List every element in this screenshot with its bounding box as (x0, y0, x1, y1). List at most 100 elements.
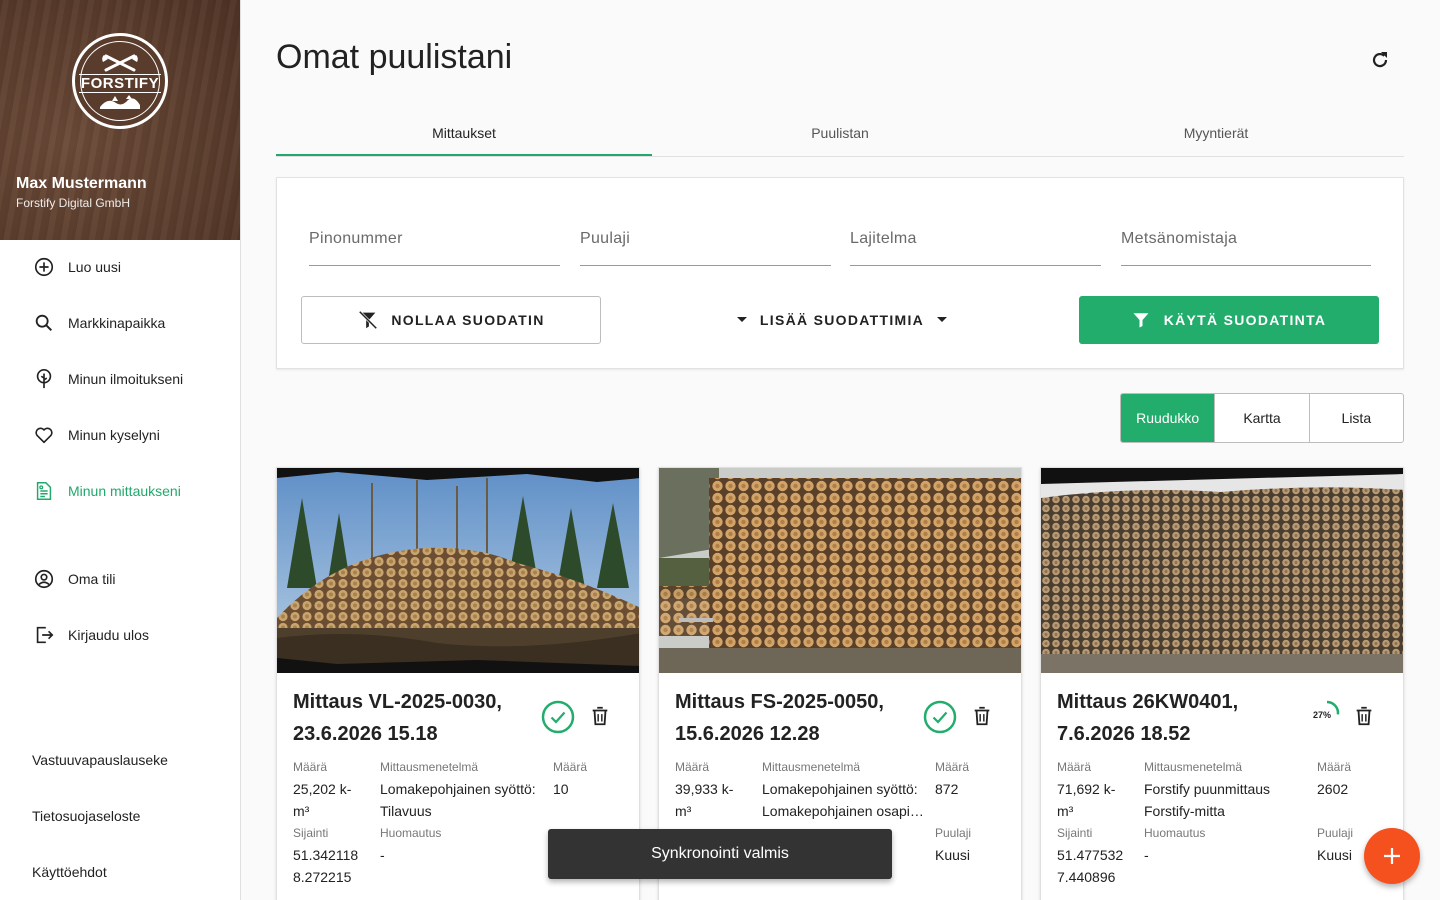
nav-item-label: Markkinapaikka (68, 315, 166, 331)
note-value: - (1144, 847, 1149, 863)
amount-value: 71,692 k-m³ (1057, 781, 1116, 819)
user-name: Max Mustermann (16, 175, 147, 192)
crossed-axes-icon (102, 54, 138, 71)
add-fab-button[interactable] (1364, 828, 1420, 884)
more-filters-label: LISÄÄ SUODATTIMIA (759, 312, 925, 328)
disclaimer-link[interactable]: Vastuuvapauslauseke (32, 752, 168, 768)
trash-icon[interactable] (971, 705, 993, 727)
view-map-button[interactable]: Kartta (1214, 394, 1308, 442)
note-value: - (380, 847, 385, 863)
method-value: Lomakepohjainen syöttö: Tilavuus (380, 781, 536, 819)
count-label: Määrä (935, 760, 970, 774)
nav-item-label: Minun kyselyni (68, 427, 160, 443)
count-value: 872 (935, 781, 959, 797)
amount-value: 39,933 k-m³ (675, 781, 734, 819)
filter-icon (1133, 313, 1149, 328)
search-icon (35, 314, 53, 332)
note-label: Huomautus (380, 826, 442, 840)
user-company: Forstify Digital GmbH (16, 196, 131, 210)
nav-item-my-listings[interactable]: Minun ilmoitukseni (0, 359, 240, 399)
account-icon (34, 569, 54, 589)
nav-item-label: Kirjaudu ulos (68, 627, 149, 643)
nav-item-account[interactable]: Oma tili (0, 559, 240, 599)
count-value: 2602 (1317, 781, 1349, 797)
caret-down-icon (937, 317, 948, 322)
logout-icon (36, 626, 54, 644)
check-circle-icon (923, 700, 957, 734)
species-input[interactable] (580, 208, 831, 248)
nav-item-logout[interactable]: Kirjaudu ulos (0, 615, 240, 655)
view-grid-button[interactable]: Ruudukko (1121, 394, 1215, 442)
amount-label: Määrä (1057, 760, 1092, 774)
caret-down-icon (736, 317, 747, 322)
forest-owner-input[interactable] (1121, 208, 1371, 248)
forstify-logo: FORSTIFY (72, 33, 168, 129)
method-label: Mittausmenetelmä (762, 760, 861, 774)
assortment-input[interactable] (850, 208, 1101, 248)
nav-item-label: Luo uusi (68, 259, 121, 275)
plus-icon (1384, 848, 1400, 864)
location-value: 51.342118 8.272215 (293, 847, 359, 885)
measurement-title: Mittaus VL-2025-0030, 23.6.2026 15.18 (293, 691, 502, 745)
species-label: Puulaji (1317, 826, 1354, 840)
tab-sales-lots[interactable]: Myyntierät (1028, 110, 1404, 156)
trash-icon[interactable] (589, 705, 611, 727)
logo-text: FORSTIFY (78, 73, 162, 93)
nav-item-marketplace[interactable]: Markkinapaikka (0, 303, 240, 343)
log-pile-photo (277, 468, 639, 673)
page-title: Omat puulistani (276, 38, 513, 76)
sidebar: FORSTIFY Max Mustermann Forstify Digital… (0, 0, 241, 900)
tab-timber-lists[interactable]: Puulistan (652, 110, 1028, 156)
reset-filter-button[interactable]: NOLLAA SUODATIN (301, 296, 601, 344)
apply-filter-button[interactable]: KÄYTÄ SUODATINTA (1079, 296, 1379, 344)
refresh-icon[interactable] (1368, 48, 1392, 72)
progress-label: 27% (1313, 710, 1332, 720)
nav-item-label: Minun mittaukseni (68, 483, 181, 499)
forest-wave-icon (100, 94, 140, 109)
nav-item-my-inquiries[interactable]: Minun kyselyni (0, 415, 240, 455)
measurement-card[interactable]: Mittaus 26KW0401, 7.6.2026 18.52 27% Mää… (1040, 467, 1404, 900)
nav-item-create[interactable]: Luo uusi (0, 247, 240, 287)
check-circle-icon (541, 700, 575, 734)
privacy-policy-link[interactable]: Tietosuojaseloste (32, 808, 140, 824)
plus-circle-icon (34, 257, 54, 277)
amount-value: 25,202 k-m³ (293, 781, 352, 819)
location-label: Sijainti (1057, 826, 1093, 840)
apply-filter-label: KÄYTÄ SUODATINTA (1163, 312, 1327, 328)
terms-link[interactable]: Käyttöehdot (32, 864, 107, 880)
pile-number-input[interactable] (309, 208, 560, 248)
species-value: Kuusi (1317, 847, 1353, 863)
log-pile-photo (1041, 468, 1403, 673)
pile-number-field (309, 208, 560, 266)
count-label: Määrä (553, 760, 588, 774)
method-value: Lomakepohjainen syöttö: Lomakepohjainen … (762, 781, 924, 819)
species-label: Puulaji (935, 826, 972, 840)
species-field (580, 208, 831, 266)
more-filters-button[interactable]: LISÄÄ SUODATTIMIA (732, 296, 952, 344)
count-label: Määrä (1317, 760, 1352, 774)
amount-label: Määrä (293, 760, 328, 774)
snackbar: Synkronointi valmis (548, 829, 892, 879)
profile-header: FORSTIFY Max Mustermann Forstify Digital… (0, 0, 240, 240)
view-list-button[interactable]: Lista (1308, 394, 1403, 442)
method-value: Forstify puunmittaus Forstify-mitta (1144, 781, 1271, 819)
nav-item-my-measurements[interactable]: Minun mittaukseni (0, 471, 240, 511)
progress-indicator: 27% (1311, 700, 1343, 726)
forest-owner-field (1121, 208, 1371, 266)
log-pile-photo (659, 468, 1021, 673)
measurement-title: Mittaus 26KW0401, 7.6.2026 18.52 (1057, 691, 1239, 745)
tab-bar: Mittaukset Puulistan Myyntierät (276, 110, 1404, 157)
trash-icon[interactable] (1353, 705, 1375, 727)
tree-icon (36, 369, 52, 389)
filter-panel: NOLLAA SUODATIN LISÄÄ SUODATTIMIA KÄYTÄ … (276, 177, 1404, 369)
method-label: Mittausmenetelmä (1144, 760, 1243, 774)
amount-label: Määrä (675, 760, 710, 774)
filter-off-icon (359, 310, 378, 330)
tab-measurements[interactable]: Mittaukset (276, 110, 652, 156)
species-value: Kuusi (935, 847, 971, 863)
location-label: Sijainti (293, 826, 329, 840)
location-value: 51.477532 7.440896 (1057, 847, 1124, 885)
method-label: Mittausmenetelmä (380, 760, 479, 774)
nav-item-label: Oma tili (68, 571, 116, 587)
view-toggle: Ruudukko Kartta Lista (1120, 393, 1404, 443)
